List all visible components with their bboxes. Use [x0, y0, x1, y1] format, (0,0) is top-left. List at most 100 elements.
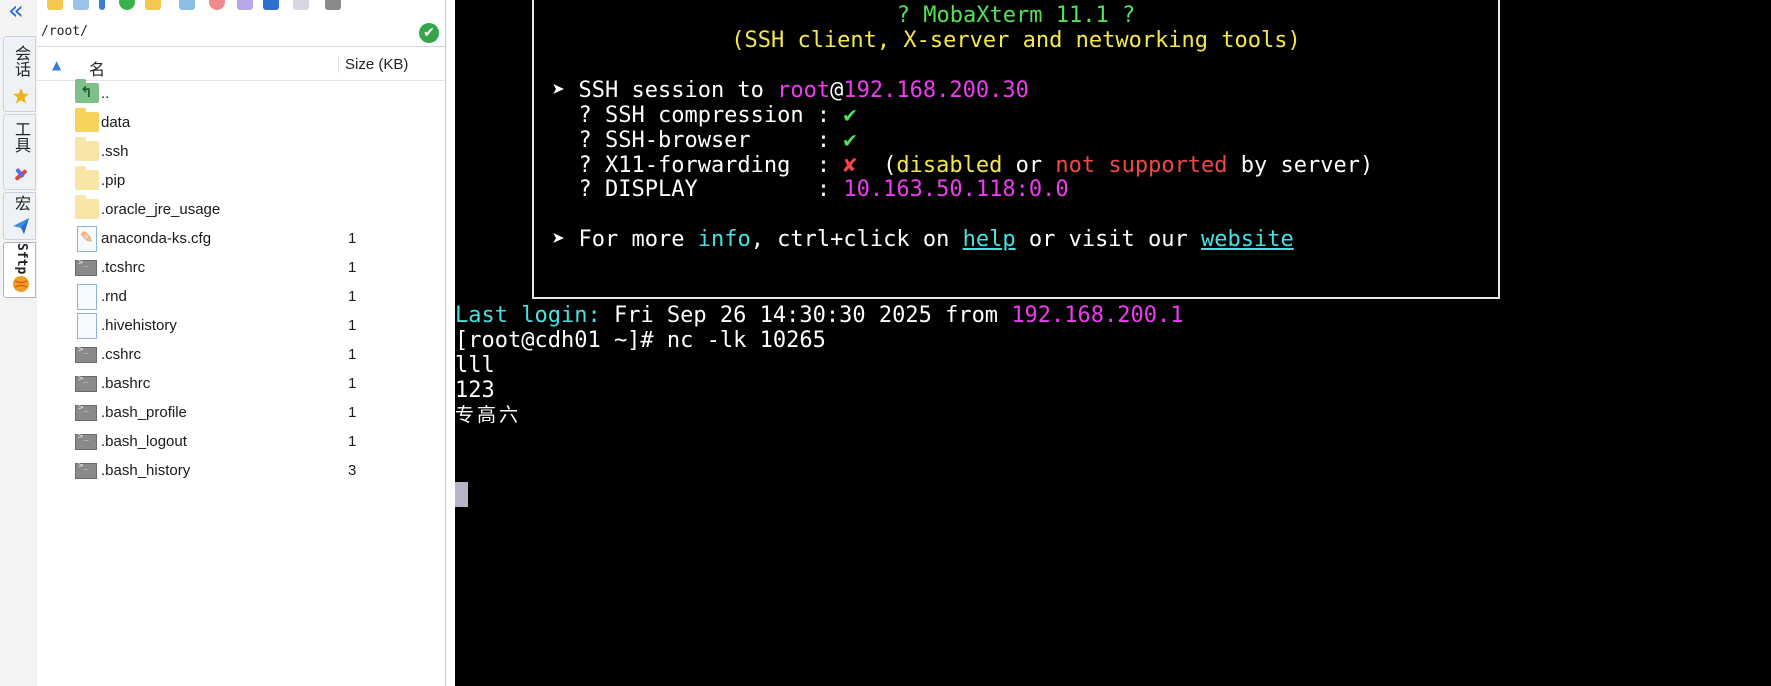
check-icon[interactable]: ✔ [419, 23, 439, 43]
file-size: 1 [348, 317, 357, 334]
terminal-file-icon: >_ [75, 461, 97, 479]
session-at: @ [830, 78, 844, 103]
welcome-banner: ? MobaXterm 11.1 ? (SSH client, X-server… [532, 0, 1500, 299]
session-prefix: ➤ SSH session to [552, 78, 778, 103]
terminal[interactable]: ? MobaXterm 11.1 ? (SSH client, X-server… [455, 0, 1771, 686]
list-item[interactable]: .hivehistory 1 [37, 311, 445, 340]
tab-sftp[interactable]: Sftp [3, 242, 36, 298]
display-value: 10.163.50.118:0.0 [843, 177, 1069, 202]
view-toggle-icon[interactable] [263, 0, 279, 10]
last-login-line: Last login: Fri Sep 26 14:30:30 2025 fro… [455, 303, 1184, 329]
x11-not-supported: not supported [1055, 153, 1228, 178]
x11-value: ✘ [843, 153, 857, 178]
terminal-cursor [455, 482, 468, 507]
browser-toolbar [37, 0, 445, 16]
magic-wand-icon[interactable] [293, 0, 309, 10]
column-header: ▲ 名 Size (KB) [37, 52, 445, 81]
column-name[interactable]: 名 [89, 56, 105, 80]
folder-icon [75, 195, 99, 219]
x11-label: ? X11-forwarding : [552, 153, 844, 178]
more-icon[interactable] [99, 0, 105, 10]
list-item[interactable]: .pip [37, 166, 445, 195]
folder-icon [75, 108, 99, 132]
more-mid: , ctrl+click on [750, 227, 963, 252]
file-name: .oracle_jre_usage [101, 201, 221, 218]
session-host: 192.168.200.30 [843, 78, 1029, 103]
file-size: 1 [348, 230, 357, 247]
double-chevron-left-icon[interactable]: « [8, 0, 30, 26]
list-item[interactable]: ✎ anaconda-ks.cfg 1 [37, 224, 445, 253]
list-item[interactable]: >_ .bashrc 1 [37, 369, 445, 398]
x11-close: by server) [1227, 153, 1374, 178]
folder-up-icon: ↰ [75, 79, 99, 103]
banner-x11-line: ? X11-forwarding : ✘ (disabled or not su… [552, 153, 1373, 179]
refresh-icon[interactable] [119, 0, 135, 10]
more-prefix: ➤ For more [552, 227, 698, 252]
list-item[interactable]: >_ .cshrc 1 [37, 340, 445, 369]
terminal-line: [root@cdh01 ~]# nc -lk 10265 [455, 328, 826, 353]
sort-ascending-icon[interactable]: ▲ [52, 58, 61, 72]
list-item[interactable]: >_ .tcshrc 1 [37, 253, 445, 282]
more-info: info [697, 227, 751, 252]
folder-up-icon[interactable] [47, 0, 63, 10]
paper-plane-icon [12, 217, 30, 235]
banner-subtitle: (SSH client, X-server and networking too… [731, 28, 1301, 53]
tab-sftp-label: Sftp [14, 243, 29, 275]
list-item[interactable]: >_ .bash_history 3 [37, 456, 445, 485]
file-icon [77, 284, 97, 310]
star-icon [12, 87, 30, 105]
more-visit: or visit our [1015, 227, 1202, 252]
x11-open: ( [856, 153, 897, 178]
tab-sessions-label: 会话 [12, 45, 31, 77]
new-folder-icon[interactable] [145, 0, 161, 10]
file-name: .cshrc [101, 346, 142, 363]
x11-disabled: disabled [896, 153, 1003, 178]
file-name: anaconda-ks.cfg [101, 230, 212, 247]
file-name: .. [101, 85, 110, 102]
column-size[interactable]: Size (KB) [338, 56, 452, 73]
last-login-text: Fri Sep 26 14:30:30 2025 from [600, 303, 1012, 328]
file-icon [77, 313, 97, 339]
tab-tools[interactable]: 工具 [3, 114, 36, 190]
file-name: .bash_profile [101, 404, 187, 421]
file-name: .rnd [101, 288, 127, 305]
terminal-icon[interactable] [325, 0, 341, 10]
file-size: 1 [348, 259, 357, 276]
banner-display-line: ? DISPLAY : 10.163.50.118:0.0 [552, 177, 1069, 203]
file-name: .bash_logout [101, 433, 187, 450]
list-item[interactable]: .rnd 1 [37, 282, 445, 311]
download-icon[interactable] [73, 0, 89, 10]
file-size: 1 [348, 375, 357, 392]
last-login-label: Last login: [455, 303, 601, 328]
vertical-tab-strip: « 会话 工具 宏 Sftp [0, 0, 38, 686]
file-name: .bashrc [101, 375, 151, 392]
website-link[interactable]: website [1201, 227, 1294, 252]
banner-session-line: ➤ SSH session to root@192.168.200.30 [552, 78, 1029, 104]
help-link[interactable]: help [963, 227, 1016, 252]
terminal-file-icon: >_ [75, 432, 97, 450]
edit-file-icon: ✎ [77, 226, 97, 252]
file-name: .tcshrc [101, 259, 146, 276]
browser-label: ? SSH-browser : [552, 128, 844, 153]
terminal-line: lll [455, 353, 495, 378]
file-name: data [101, 114, 131, 131]
tab-sessions[interactable]: 会话 [3, 36, 36, 112]
file-size: 3 [348, 462, 357, 479]
list-item[interactable]: >_ .bash_logout 1 [37, 427, 445, 456]
list-item[interactable]: >_ .bash_profile 1 [37, 398, 445, 427]
tools-icon [12, 165, 30, 183]
list-item[interactable]: .oracle_jre_usage [37, 195, 445, 224]
list-item[interactable]: .ssh [37, 137, 445, 166]
list-item[interactable]: ↰ .. [37, 79, 445, 108]
delete-icon[interactable] [209, 0, 225, 10]
list-item[interactable]: data [37, 108, 445, 137]
path-input[interactable] [41, 21, 411, 41]
terminal-file-icon: >_ [75, 345, 97, 363]
file-size: 1 [348, 346, 357, 363]
tab-macros-label: 宏 [12, 195, 31, 211]
new-file-icon[interactable] [179, 0, 195, 10]
terminal-file-icon: >_ [75, 403, 97, 421]
x11-or: or [1002, 153, 1056, 178]
tab-macros[interactable]: 宏 [3, 192, 36, 240]
rename-icon[interactable] [237, 0, 253, 10]
